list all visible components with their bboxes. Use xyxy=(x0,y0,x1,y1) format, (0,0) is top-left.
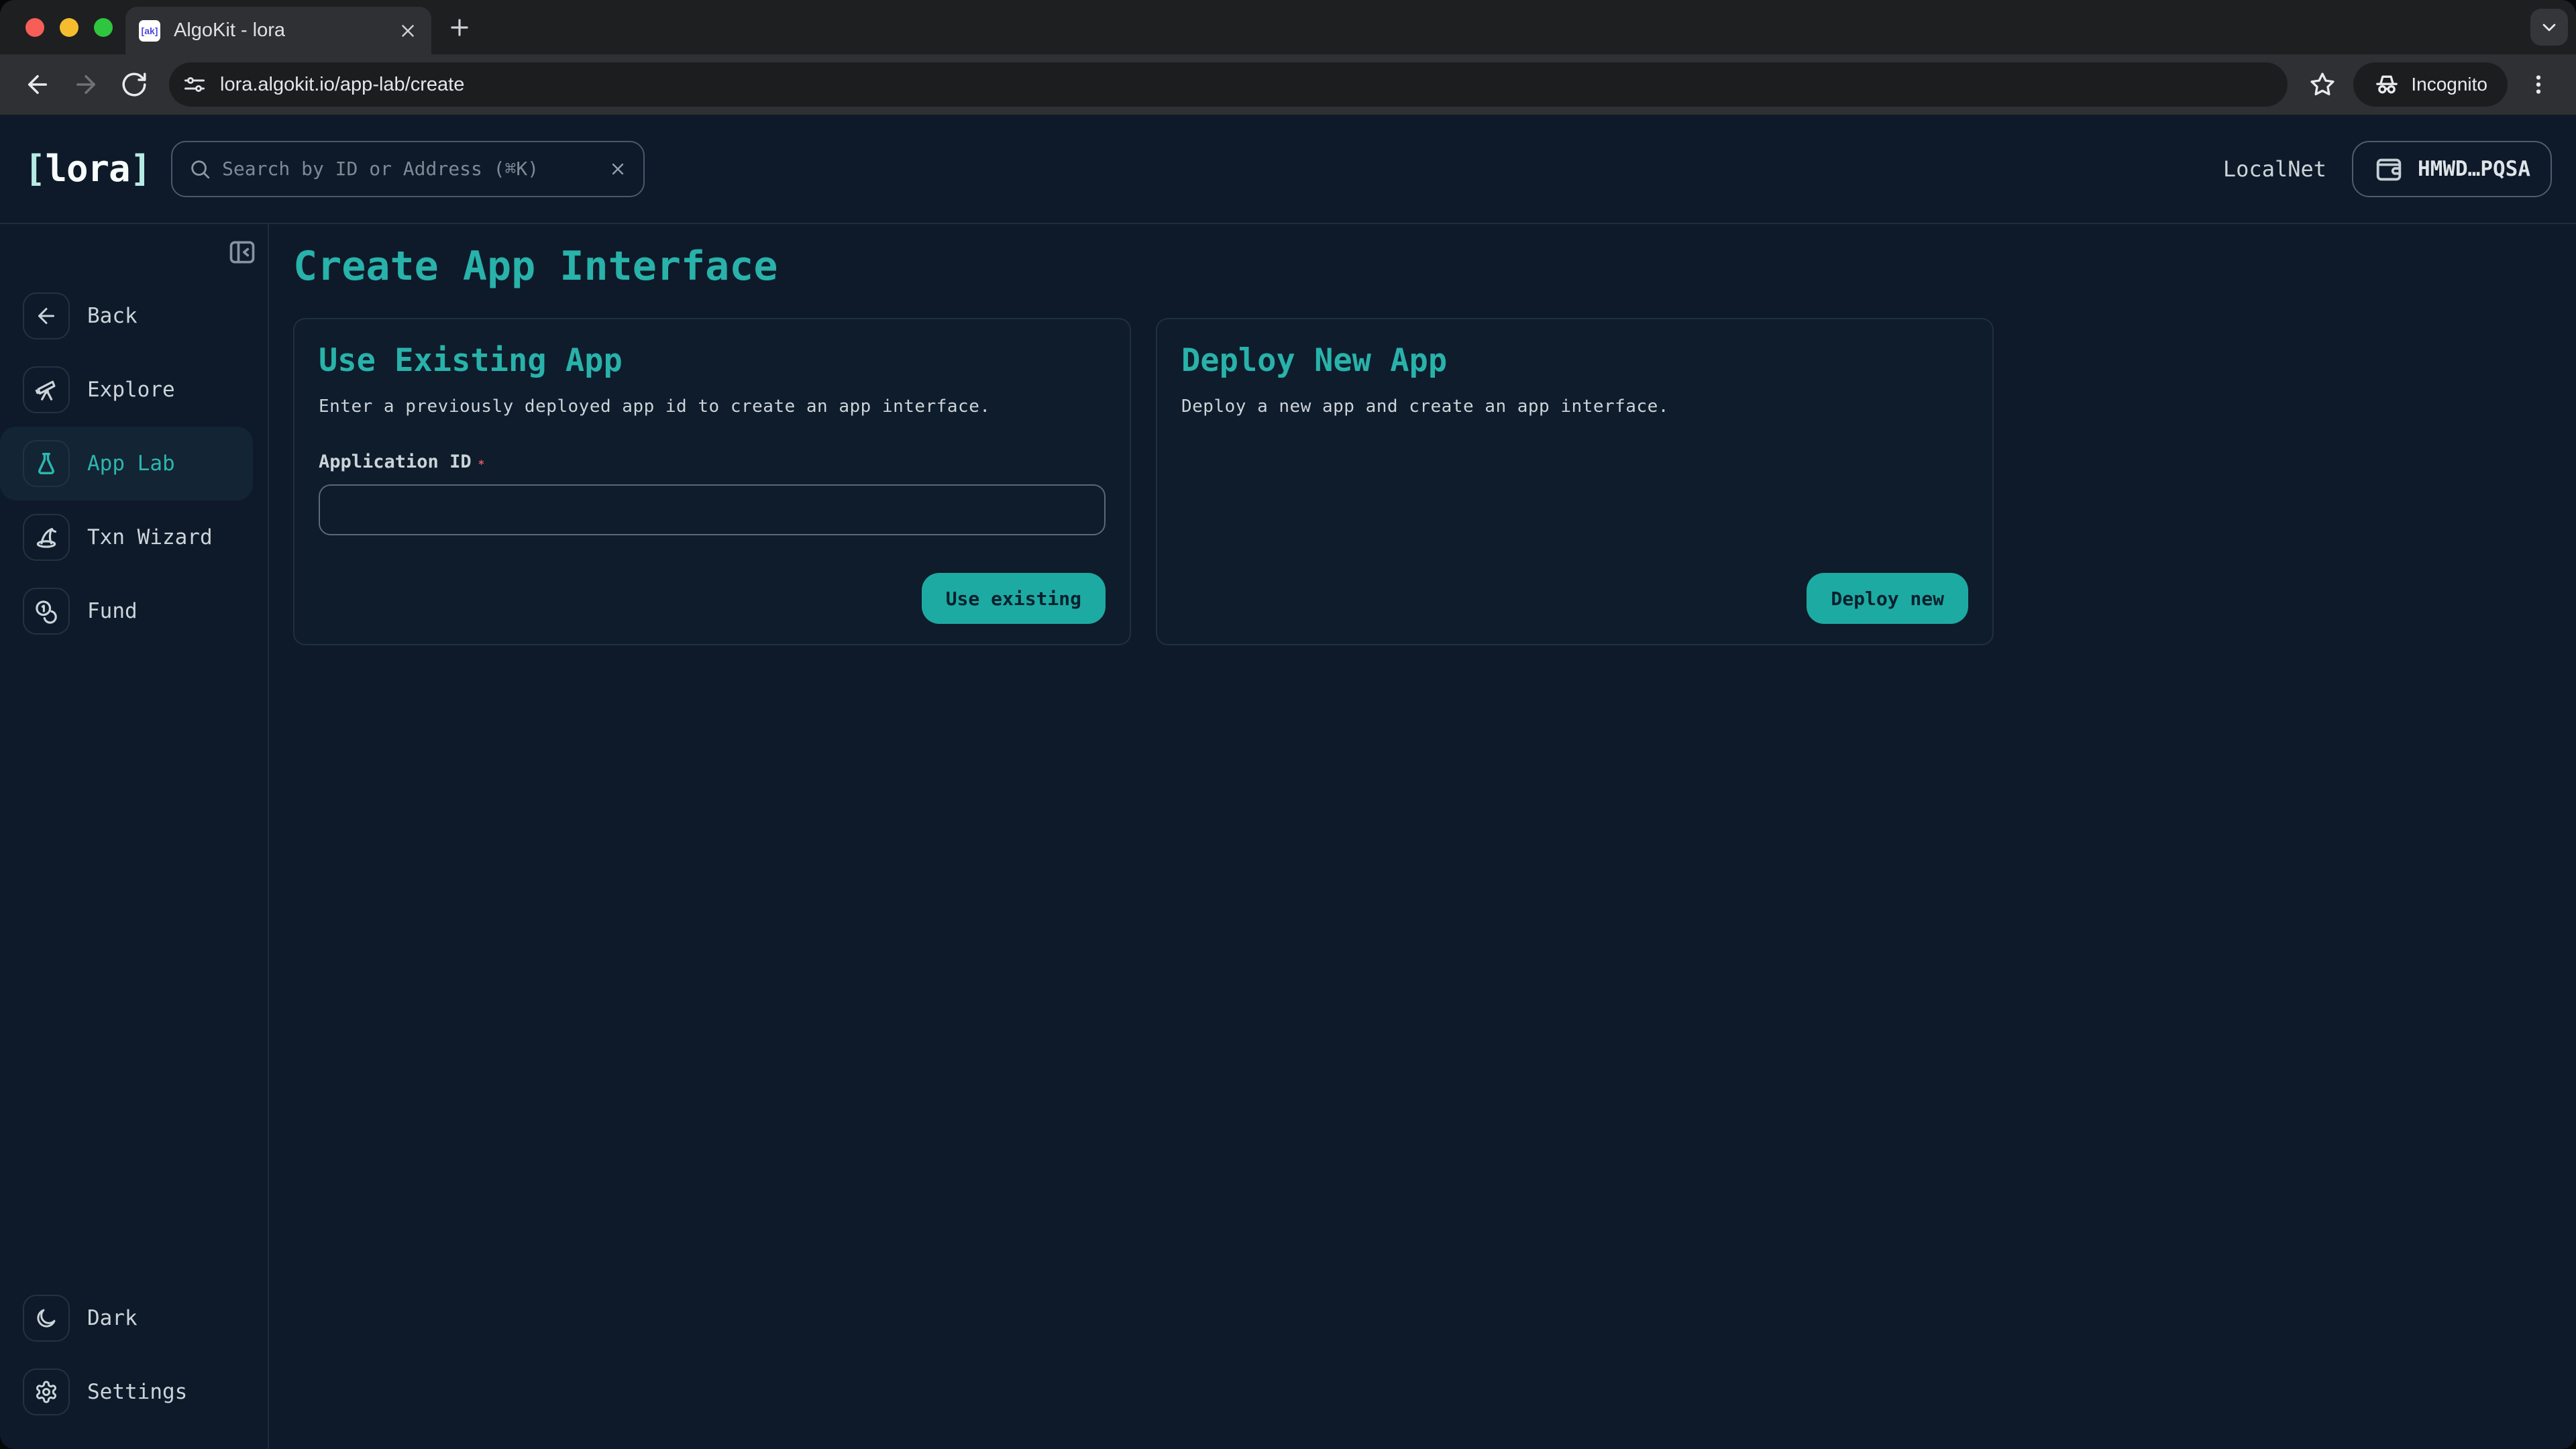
use-existing-button[interactable]: Use existing xyxy=(922,573,1106,624)
tab-title: AlgoKit - lora xyxy=(174,20,384,42)
moon-icon xyxy=(23,1295,70,1342)
use-existing-app-card: Use Existing App Enter a previously depl… xyxy=(293,318,1131,645)
wallet-button[interactable]: HMWD…PQSA xyxy=(2352,141,2552,197)
star-icon xyxy=(2309,71,2336,98)
logo-bracket-open: [ xyxy=(24,148,46,190)
plus-icon xyxy=(447,15,472,40)
logo-bracket-close: ] xyxy=(130,148,152,190)
bookmark-button[interactable] xyxy=(2303,65,2342,104)
incognito-icon xyxy=(2373,71,2400,98)
sidebar-item-label: Explore xyxy=(87,378,175,402)
card-title: Use Existing App xyxy=(319,342,1106,379)
search-icon xyxy=(189,158,211,180)
card-description: Deploy a new app and create an app inter… xyxy=(1181,396,1968,417)
browser-tab[interactable]: [ak] AlgoKit - lora xyxy=(125,7,431,54)
lora-app: [lora] LocalNet HMWD…PQSA xyxy=(0,115,2576,1449)
sidebar-item-label: Fund xyxy=(87,599,138,623)
sidebar-footer: Dark Settings xyxy=(0,1281,268,1429)
card-description: Enter a previously deployed app id to cr… xyxy=(319,396,1106,417)
header-right: LocalNet HMWD…PQSA xyxy=(2223,141,2552,197)
coins-icon xyxy=(23,588,70,635)
arrow-right-icon xyxy=(72,70,100,99)
panel-collapse-icon xyxy=(227,237,257,267)
chevron-down-icon xyxy=(2538,17,2560,38)
close-window-button[interactable] xyxy=(25,18,44,37)
tab-favicon: [ak] xyxy=(139,20,160,42)
lora-logo[interactable]: [lora] xyxy=(24,148,151,190)
card-actions: Deploy new xyxy=(1181,573,1968,624)
back-arrow-icon xyxy=(23,292,70,339)
kebab-menu-icon xyxy=(2526,72,2551,97)
arrow-left-icon xyxy=(23,70,52,99)
window-controls xyxy=(25,18,113,37)
browser-window: [ak] AlgoKit - lora xyxy=(0,0,2576,1449)
browser-menu-button[interactable] xyxy=(2519,65,2558,104)
tab-close-icon[interactable] xyxy=(398,21,418,41)
sidebar-item-app-lab[interactable]: App Lab xyxy=(0,427,253,500)
flask-icon xyxy=(23,440,70,487)
wallet-address: HMWD…PQSA xyxy=(2418,157,2530,181)
telescope-icon xyxy=(23,366,70,413)
url-text: lora.algokit.io/app-lab/create xyxy=(220,74,464,96)
browser-reload-button[interactable] xyxy=(115,65,154,104)
card-actions: Use existing xyxy=(319,573,1106,624)
search-clear-icon[interactable] xyxy=(608,160,627,178)
sidebar-item-label: Dark xyxy=(87,1306,138,1330)
gear-icon xyxy=(23,1368,70,1415)
card-title: Deploy New App xyxy=(1181,342,1968,379)
global-search[interactable] xyxy=(171,141,645,197)
sidebar-collapse-button[interactable] xyxy=(227,237,257,267)
app-header: [lora] LocalNet HMWD…PQSA xyxy=(0,115,2576,224)
application-id-label: Application ID xyxy=(319,451,472,472)
required-marker: * xyxy=(478,458,485,470)
incognito-label: Incognito xyxy=(2411,74,2487,95)
sidebar: Back Explore xyxy=(0,224,269,1449)
sidebar-item-label: Txn Wizard xyxy=(87,525,213,549)
browser-toolbar: lora.algokit.io/app-lab/create Incognito xyxy=(0,54,2576,115)
sidebar-item-label: Back xyxy=(87,304,138,328)
address-bar[interactable]: lora.algokit.io/app-lab/create xyxy=(169,62,2288,107)
tab-search-button[interactable] xyxy=(2530,9,2568,46)
sidebar-item-theme-toggle[interactable]: Dark xyxy=(0,1281,253,1355)
tab-bar: [ak] AlgoKit - lora xyxy=(0,0,2576,54)
sidebar-item-settings[interactable]: Settings xyxy=(0,1355,253,1429)
sidebar-item-back[interactable]: Back xyxy=(0,279,253,353)
deploy-new-app-card: Deploy New App Deploy a new app and crea… xyxy=(1156,318,1994,645)
sidebar-item-fund[interactable]: Fund xyxy=(0,574,253,648)
logo-text: lora xyxy=(46,148,130,190)
deploy-new-button[interactable]: Deploy new xyxy=(1807,573,1968,624)
minimize-window-button[interactable] xyxy=(60,18,78,37)
main-content: Create App Interface Use Existing App En… xyxy=(269,224,2576,1449)
fullscreen-window-button[interactable] xyxy=(94,18,113,37)
browser-forward-button[interactable] xyxy=(66,65,105,104)
site-settings-button[interactable] xyxy=(177,67,212,102)
sidebar-item-txn-wizard[interactable]: Txn Wizard xyxy=(0,500,253,574)
network-label[interactable]: LocalNet xyxy=(2223,156,2326,182)
application-id-input[interactable] xyxy=(319,484,1106,535)
wizard-hat-icon xyxy=(23,514,70,561)
reload-icon xyxy=(120,70,148,99)
new-tab-button[interactable] xyxy=(443,11,476,44)
incognito-badge[interactable]: Incognito xyxy=(2353,62,2508,107)
wallet-icon xyxy=(2373,154,2404,184)
search-input[interactable] xyxy=(222,158,598,180)
tune-icon xyxy=(182,72,207,97)
application-id-field: Application ID * xyxy=(319,451,1106,535)
sidebar-nav: Back Explore xyxy=(0,279,268,648)
cards-row: Use Existing App Enter a previously depl… xyxy=(293,318,2576,645)
page-title: Create App Interface xyxy=(293,243,2576,290)
sidebar-item-label: App Lab xyxy=(87,451,175,476)
sidebar-item-explore[interactable]: Explore xyxy=(0,353,253,427)
sidebar-item-label: Settings xyxy=(87,1380,187,1404)
browser-back-button[interactable] xyxy=(18,65,57,104)
